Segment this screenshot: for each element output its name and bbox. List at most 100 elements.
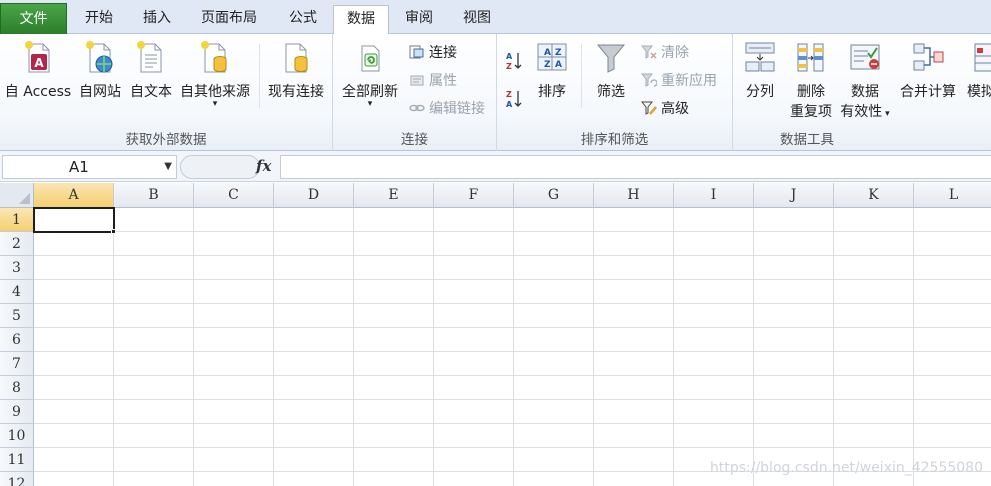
formula-bar: A1 ▼ fx: [0, 151, 991, 182]
column-header-i[interactable]: I: [674, 183, 754, 208]
remove-duplicates-line1: 删除: [797, 84, 825, 100]
data-validation-icon: [850, 44, 880, 70]
tab-insert[interactable]: 插入: [130, 5, 184, 34]
filter-button[interactable]: 筛选: [589, 40, 633, 102]
web-globe-icon: [86, 41, 113, 73]
ribbon-tab-bar: 文件 开始 插入 页面布局 公式 数据 审阅 视图: [0, 0, 991, 35]
tab-formulas[interactable]: 公式: [276, 5, 330, 34]
row-header-7[interactable]: 7: [0, 352, 34, 376]
column-header-e[interactable]: E: [354, 183, 434, 208]
from-web-label: 自网站: [79, 84, 121, 100]
select-all-corner[interactable]: [0, 183, 34, 208]
cell-area[interactable]: [34, 208, 991, 486]
sort-descending-button[interactable]: ZA: [505, 88, 527, 110]
consolidate-icon: [913, 43, 944, 71]
tab-view[interactable]: 视图: [450, 5, 504, 34]
group-sort-filter: AZ ZA A Z Z A 排序 筛选 清除 重新应用 高级 排序和筛选: [497, 34, 733, 151]
column-header-d[interactable]: D: [274, 183, 354, 208]
edit-links-button[interactable]: 编辑链接: [409, 98, 485, 120]
row-header-2[interactable]: 2: [0, 232, 34, 256]
group-get-external-data: A 自 Access 自网站 自文本 自其他来源 ▾ 现有连接 获取外部数据: [0, 34, 333, 151]
formula-bar-resize-handle[interactable]: [180, 155, 260, 179]
what-if-analysis-icon: [974, 43, 991, 72]
name-box[interactable]: A1 ▼: [2, 155, 177, 179]
svg-text:Z: Z: [506, 90, 512, 99]
chevron-down-icon: ▾: [882, 109, 890, 119]
formula-input[interactable]: [280, 155, 991, 179]
reapply-filter-icon: [640, 72, 658, 88]
column-header-a[interactable]: A: [34, 183, 114, 208]
text-to-columns-button[interactable]: 分列: [741, 40, 779, 102]
connections-icon: [409, 44, 425, 60]
from-other-sources-button[interactable]: 自其他来源 ▾: [176, 40, 254, 109]
active-cell-a1[interactable]: [33, 207, 115, 233]
insert-function-icon[interactable]: fx: [256, 157, 271, 175]
tab-home[interactable]: 开始: [72, 5, 126, 34]
clear-filter-label: 清除: [661, 45, 689, 61]
tab-review[interactable]: 审阅: [392, 5, 446, 34]
column-header-f[interactable]: F: [434, 183, 514, 208]
column-header-h[interactable]: H: [594, 183, 674, 208]
worksheet-grid: A B C D E F G H I J K L 1 2 3 4 5 6 7 8 …: [0, 183, 991, 486]
row-header-6[interactable]: 6: [0, 328, 34, 352]
what-if-analysis-label: 模拟: [967, 84, 991, 100]
ribbon: A 自 Access 自网站 自文本 自其他来源 ▾ 现有连接 获取外部数据 全…: [0, 34, 991, 151]
column-header-k[interactable]: K: [834, 183, 914, 208]
separator: [581, 44, 582, 108]
group-connections: 全部刷新 ▾ 连接 属性 编辑链接 连接: [333, 34, 497, 151]
access-database-icon: A: [25, 41, 50, 73]
column-header-j[interactable]: J: [754, 183, 834, 208]
group-label-get-external-data: 获取外部数据: [125, 132, 207, 148]
row-header-9[interactable]: 9: [0, 400, 34, 424]
tab-data[interactable]: 数据: [333, 5, 389, 35]
clear-filter-button[interactable]: 清除: [640, 42, 689, 64]
from-access-label: 自 Access: [4, 84, 72, 100]
what-if-analysis-button[interactable]: 模拟: [961, 40, 991, 102]
properties-label: 属性: [429, 73, 457, 89]
advanced-filter-button[interactable]: 高级: [640, 98, 689, 120]
group-label-sort-filter: 排序和筛选: [580, 132, 649, 148]
chevron-down-icon[interactable]: ▼: [164, 156, 172, 178]
svg-text:A: A: [555, 60, 562, 70]
row-header-12[interactable]: 12: [0, 472, 34, 486]
properties-button[interactable]: 属性: [409, 70, 457, 92]
existing-connections-button[interactable]: 现有连接: [264, 40, 328, 102]
column-header-c[interactable]: C: [194, 183, 274, 208]
column-header-b[interactable]: B: [114, 183, 194, 208]
reapply-label: 重新应用: [661, 73, 717, 89]
reapply-button[interactable]: 重新应用: [640, 70, 717, 92]
row-header-1[interactable]: 1: [0, 208, 34, 232]
column-header-l[interactable]: L: [914, 183, 991, 208]
connections-button[interactable]: 连接: [409, 42, 457, 64]
sort-ascending-button[interactable]: AZ: [505, 50, 527, 72]
row-header-11[interactable]: 11: [0, 448, 34, 472]
sort-az-icon: AZ: [506, 52, 522, 71]
row-header-3[interactable]: 3: [0, 256, 34, 280]
text-to-columns-label: 分列: [746, 84, 774, 100]
text-file-icon: [137, 41, 162, 73]
sort-label: 排序: [538, 84, 566, 100]
row-header-8[interactable]: 8: [0, 376, 34, 400]
existing-connections-icon: [285, 43, 308, 73]
svg-text:A: A: [506, 52, 513, 61]
row-header-4[interactable]: 4: [0, 280, 34, 304]
from-text-button[interactable]: 自文本: [126, 40, 176, 102]
tab-file[interactable]: 文件: [0, 3, 67, 34]
from-web-button[interactable]: 自网站: [75, 40, 125, 102]
edit-links-label: 编辑链接: [429, 101, 485, 117]
refresh-icon: [361, 45, 380, 72]
row-header-5[interactable]: 5: [0, 304, 34, 328]
consolidate-button[interactable]: 合并计算: [897, 40, 959, 102]
tab-page-layout[interactable]: 页面布局: [188, 5, 270, 34]
column-header-g[interactable]: G: [514, 183, 594, 208]
refresh-all-button[interactable]: 全部刷新 ▾: [338, 40, 402, 109]
from-access-button[interactable]: A 自 Access: [3, 40, 73, 102]
sort-za-icon: ZA: [506, 90, 522, 109]
remove-duplicates-button[interactable]: 删除 重复项: [787, 40, 835, 122]
select-all-triangle-icon: [19, 193, 30, 204]
row-header-10[interactable]: 10: [0, 424, 34, 448]
sort-button[interactable]: A Z Z A 排序: [533, 40, 571, 102]
fill-handle[interactable]: [111, 229, 116, 234]
separator: [259, 44, 260, 108]
data-validation-button[interactable]: 数据 有效性 ▾: [837, 40, 893, 124]
